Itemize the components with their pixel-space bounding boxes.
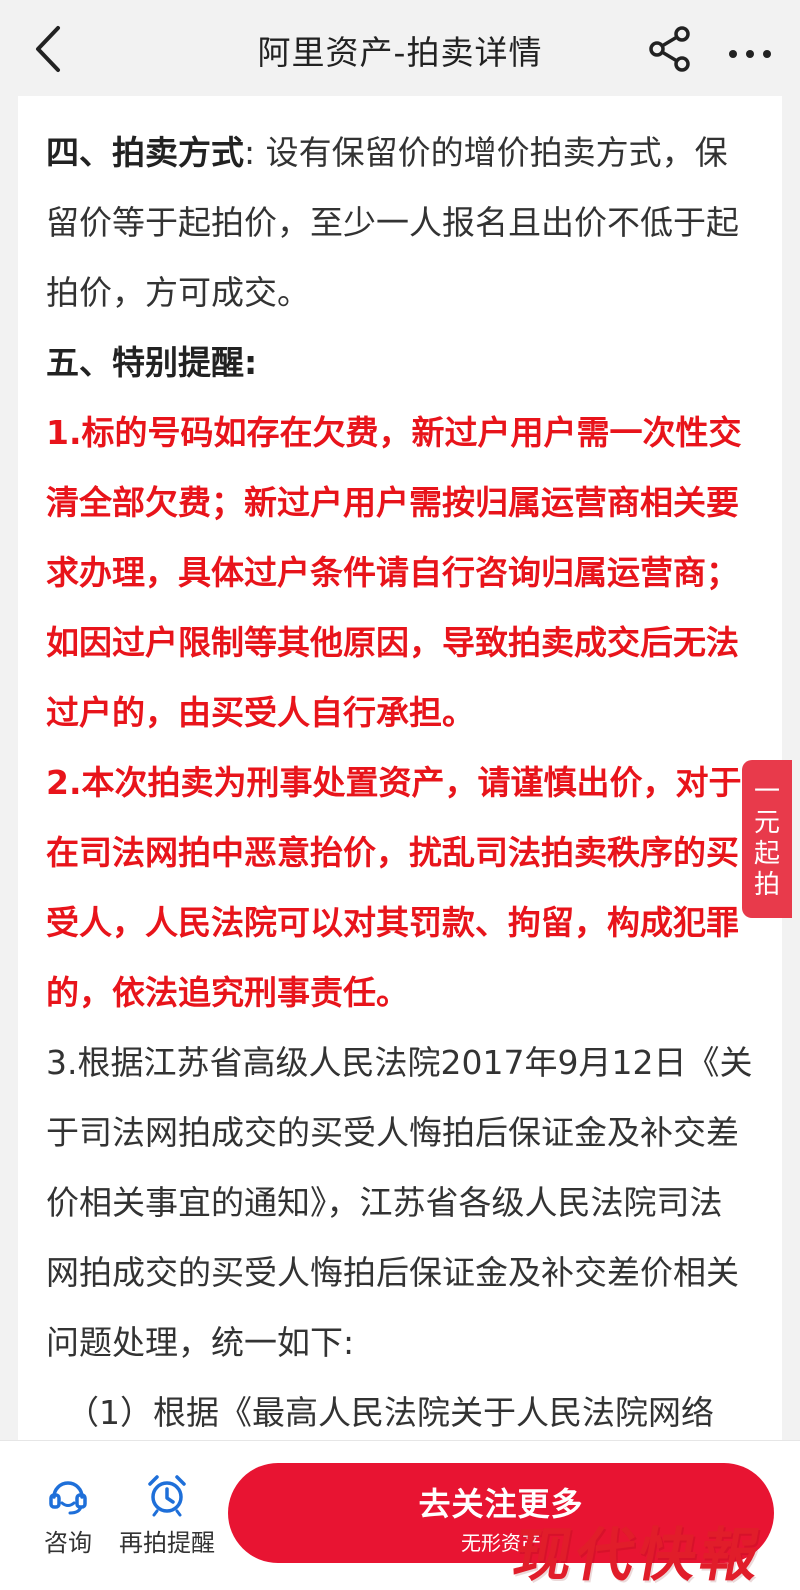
reminder-item-2: 2.本次拍卖为刑事处置资产，请谨慎出价，对于在司法网拍中恶意抬价，扰乱司法拍卖秩…	[46, 763, 742, 1012]
top-nav-bar: 阿里资产-拍卖详情	[0, 0, 800, 96]
side-tab-label: 一元起拍	[753, 777, 780, 900]
one-yuan-start-tab[interactable]: 一元起拍	[742, 760, 792, 918]
alarm-clock-icon	[148, 1475, 186, 1517]
reminder-item-3: 3.根据江苏省高级人民法院2017年9月12日《关于司法网拍成交的买受人悔拍后保…	[46, 1043, 753, 1362]
remind-button[interactable]: 再拍提醒	[112, 1473, 222, 1558]
section-5-heading: 五、特别提醒:	[46, 343, 258, 382]
reminder-item-3-sub-1: （1）根据《最高人民法院关于人民法院网络	[66, 1393, 714, 1432]
remind-label: 再拍提醒	[119, 1529, 215, 1557]
auction-detail-card: 四、拍卖方式: 设有保留价的增价拍卖方式，保留价等于起拍价，至少一人报名且出价不…	[18, 96, 782, 1466]
consult-label: 咨询	[44, 1529, 92, 1557]
share-icon[interactable]	[648, 26, 692, 72]
section-4-heading: 四、拍卖方式	[46, 133, 244, 172]
newspaper-watermark: 现代快報	[508, 1521, 769, 1589]
reminder-item-1: 1.标的号码如存在欠费，新过户用户需一次性交清全部欠费；新过户用户需按归属运营商…	[46, 413, 742, 732]
more-dots-icon[interactable]	[728, 44, 772, 58]
auction-notice-content: 四、拍卖方式: 设有保留价的增价拍卖方式，保留价等于起拍价，至少一人报名且出价不…	[18, 96, 782, 1448]
section-4-paragraph: 四、拍卖方式: 设有保留价的增价拍卖方式，保留价等于起拍价，至少一人报名且出价不…	[46, 118, 754, 328]
headset-icon	[49, 1481, 87, 1515]
consult-button[interactable]: 咨询	[38, 1473, 98, 1558]
